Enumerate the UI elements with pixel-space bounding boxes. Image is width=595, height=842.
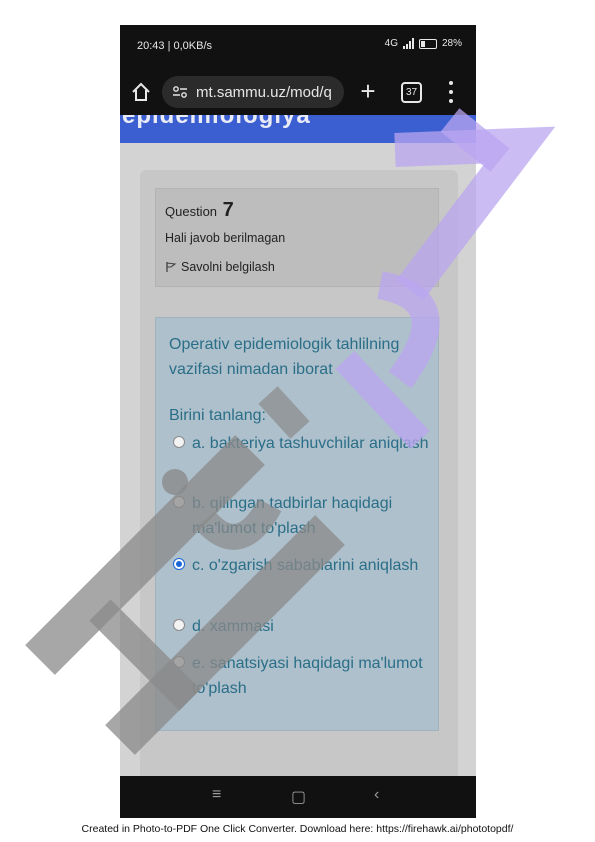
answer-option[interactable]: b. qilingan tadbirlar haqidagi ma'lumot … <box>171 491 433 541</box>
answer-label: e. sanatsiyasi haqidagi ma'lumot to'plas… <box>192 655 423 697</box>
more-menu-icon[interactable] <box>448 81 454 103</box>
flag-question-label: Savolni belgilash <box>181 260 275 274</box>
answer-option[interactable]: e. sanatsiyasi haqidagi ma'lumot to'plas… <box>171 651 433 701</box>
battery-level: 28% <box>441 38 462 49</box>
site-settings-icon[interactable] <box>172 85 188 99</box>
answer-label: d. xammasi <box>192 618 274 635</box>
question-number-value: 7 <box>222 199 234 221</box>
recents-icon[interactable]: ≡ <box>212 786 221 804</box>
system-nav-bar: ≡ ▢ ‹ <box>120 776 476 818</box>
answer-label: b. qilingan tadbirlar haqidagi ma'lumot … <box>192 495 393 537</box>
page-header: epidemiologiya <box>120 115 476 143</box>
question-label: Question <box>165 204 218 219</box>
home-icon[interactable] <box>130 81 152 103</box>
url-text: mt.sammu.uz/mod/q <box>196 83 332 101</box>
question-number: Question 7 <box>165 199 234 222</box>
answer-label: c. o'zgarish sabablarini aniqlash <box>192 557 419 574</box>
browser-toolbar: mt.sammu.uz/mod/q + 37 <box>120 69 476 115</box>
back-icon[interactable]: ‹ <box>374 786 379 804</box>
question-content: Operativ epidemiologik tahlilning vazifa… <box>155 317 439 731</box>
phone-screen: 20:43 | 0,0KB/s 4G 28% mt.sammu.uz/mod/q… <box>120 25 476 818</box>
home-nav-icon[interactable]: ▢ <box>291 787 306 807</box>
radio-button[interactable] <box>173 436 185 448</box>
url-bar[interactable]: mt.sammu.uz/mod/q <box>162 76 344 108</box>
flag-question-button[interactable]: Savolni belgilash <box>165 260 275 274</box>
network-label: 4G <box>384 38 398 49</box>
status-time: 20:43 | 0,0KB/s <box>137 40 213 52</box>
question-text: Operativ epidemiologik tahlilning vazifa… <box>169 336 400 378</box>
answer-option[interactable]: d. xammasi <box>171 614 433 639</box>
tab-switcher-button[interactable]: 37 <box>401 82 422 103</box>
footer-note: Created in Photo-to-PDF One Click Conver… <box>81 823 514 835</box>
answer-option[interactable]: a. bakteriya tashuvchilar aniqlash <box>171 431 433 456</box>
radio-button[interactable] <box>173 496 185 508</box>
signal-icon <box>402 38 414 49</box>
flag-icon <box>166 262 177 272</box>
radio-button[interactable] <box>173 558 185 570</box>
answer-prompt: Birini tanlang: <box>169 407 266 424</box>
battery-icon <box>418 38 437 49</box>
status-bar: 20:43 | 0,0KB/s 4G 28% <box>120 25 476 69</box>
question-state: Hali javob berilmagan <box>165 231 286 245</box>
status-right: 4G 28% <box>385 38 462 49</box>
radio-button[interactable] <box>173 656 185 668</box>
page-header-title: epidemiologiya <box>122 115 311 129</box>
radio-button[interactable] <box>173 619 185 631</box>
question-info: Question 7 Hali javob berilmagan Savolni… <box>155 188 439 287</box>
new-tab-button[interactable]: + <box>356 78 380 104</box>
answer-option[interactable]: c. o'zgarish sabablarini aniqlash <box>171 553 433 578</box>
answer-label: a. bakteriya tashuvchilar aniqlash <box>192 435 429 452</box>
